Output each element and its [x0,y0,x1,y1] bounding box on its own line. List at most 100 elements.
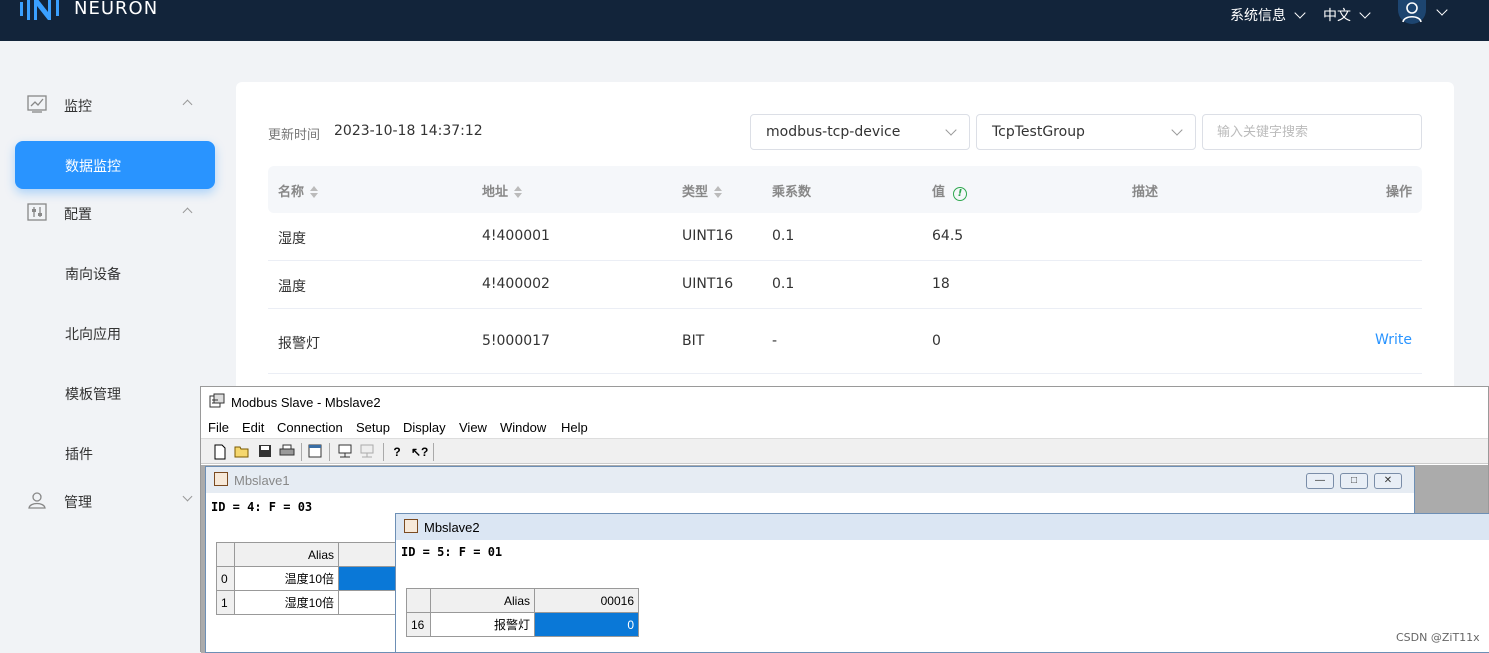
connect-icon[interactable] [337,444,353,460]
modbus-slave-window: Modbus Slave - Mbslave2 File Edit Connec… [200,386,1489,653]
sidebar-item-data-monitor[interactable]: 数据监控 [15,141,215,189]
write-link[interactable]: Write [1375,332,1412,348]
sidebar-group-monitor[interactable]: 监控 [0,85,230,125]
grid-cell-value[interactable] [338,590,399,615]
grid-cell-alias[interactable]: 温度10倍 [234,566,339,591]
sidebar-item-templates[interactable]: 模板管理 [15,369,215,417]
grid-cell-alias[interactable]: 湿度10倍 [234,590,339,615]
menu-help[interactable]: Help [561,420,588,435]
column-header-label: 值 [932,185,946,200]
table-header: 名称 地址 类型 乘系数 值! 描述 操作 [268,166,1422,213]
group-select-value: TcpTestGroup [992,124,1085,140]
grid-cell-value[interactable] [338,566,399,591]
child-title-bar[interactable]: Mbslave2 [396,514,1489,540]
minimize-button[interactable]: — [1306,473,1334,489]
menu-view[interactable]: View [459,420,487,435]
document-icon [214,472,228,486]
register-grid: Alias 0 温度10倍 1 湿度10倍 [216,542,399,615]
toolbar-divider [383,443,384,461]
window-title: Modbus Slave - Mbslave2 [231,395,381,410]
sidebar-group-config[interactable]: 配置 [0,193,230,233]
avatar[interactable] [1398,0,1426,24]
child-window-mbslave2: Mbslave2 ID = 5: F = 01 Alias 00016 16 报警灯… [395,513,1489,653]
window-layout-icon[interactable] [307,444,323,460]
cell-value: 18 [932,276,950,292]
column-header-multiplier: 乘系数 [772,185,812,200]
coil-grid: Alias 00016 16 报警灯 0 [406,588,639,637]
grid-row-index: 1 [216,590,235,615]
cell-name: 报警灯 [278,336,320,352]
sidebar-group-label: 监控 [64,99,92,115]
sidebar-item-south-devices[interactable]: 南向设备 [15,249,215,297]
cell-value: 0 [932,333,941,349]
search-input[interactable] [1202,114,1422,150]
monitor-chart-icon [27,95,47,113]
new-file-icon[interactable] [212,444,228,460]
document-icon [404,519,418,533]
sort-icon[interactable] [714,186,723,198]
sort-icon[interactable] [310,186,319,198]
sidebar-item-plugins[interactable]: 插件 [15,429,215,477]
grid-cell-alias[interactable]: 报警灯 [430,612,535,637]
menu-file[interactable]: File [208,420,229,435]
grid-column-address: 00016 [534,588,639,613]
table-row: 湿度 4!400001 UINT16 0.1 64.5 [268,213,1422,261]
toolbar: ? ↖? [201,438,1488,464]
device-select[interactable]: modbus-tcp-device [750,114,970,150]
cell-multiplier: 0.1 [772,276,795,292]
user-menu-toggle[interactable] [1436,4,1448,21]
cell-name: 湿度 [278,231,306,247]
open-folder-icon[interactable] [234,444,250,460]
system-info-menu[interactable]: 系统信息 [1230,5,1306,25]
column-header-label: 类型 [682,185,709,200]
cell-multiplier: 0.1 [772,228,795,244]
device-select-value: modbus-tcp-device [766,124,901,140]
menu-display[interactable]: Display [403,420,446,435]
brand-name: NEURON [74,0,159,19]
print-icon[interactable] [279,444,295,460]
column-header-type[interactable]: 类型 [682,181,723,200]
chevron-down-icon [1294,7,1306,19]
menu-window[interactable]: Window [500,420,546,435]
cell-value: 64.5 [932,228,964,244]
window-title-bar[interactable]: Modbus Slave - Mbslave2 [201,387,1488,415]
sort-icon[interactable] [514,186,523,198]
grid-column-value [338,542,399,567]
child-window-title: Mbslave2 [424,520,480,535]
language-menu[interactable]: 中文 [1323,5,1371,25]
maximize-button[interactable]: □ [1340,473,1368,489]
sidebar-item-label: 插件 [65,447,93,463]
context-help-icon[interactable]: ↖? [411,444,428,460]
grid-row-index: 0 [216,566,235,591]
table-row: 温度 4!400002 UINT16 0.1 18 [268,261,1422,309]
column-header-label: 名称 [278,185,305,200]
menu-setup[interactable]: Setup [356,420,390,435]
child-title-bar[interactable]: Mbslave1 — □ ✕ [206,467,1414,493]
chevron-down-icon [1359,7,1371,19]
sidebar-group-label: 配置 [64,207,92,223]
sidebar-group-admin[interactable]: 管理 [0,481,230,521]
group-select[interactable]: TcpTestGroup [976,114,1196,150]
cell-type: UINT16 [682,228,734,244]
slave-id-header: ID = 4: F = 03 [211,500,313,514]
user-icon [1402,2,1422,23]
info-icon[interactable]: ! [953,187,968,201]
close-button[interactable]: ✕ [1374,473,1402,489]
neuron-logo-icon [20,0,59,20]
chevron-up-icon [182,207,193,218]
column-header-description: 描述 [1132,185,1159,200]
grid-cell-value[interactable]: 0 [534,612,639,637]
toolbar-divider [301,443,302,461]
slave-id-header: ID = 5: F = 01 [401,545,503,559]
menu-connection[interactable]: Connection [277,420,343,435]
sidebar-item-north-apps[interactable]: 北向应用 [15,309,215,357]
menu-edit[interactable]: Edit [242,420,264,435]
save-icon[interactable] [257,444,273,460]
column-header-name[interactable]: 名称 [278,181,319,200]
cell-type: UINT16 [682,276,734,292]
column-header-address[interactable]: 地址 [482,181,523,200]
data-monitor-panel: 更新时间 2023-10-18 14:37:12 modbus-tcp-devi… [236,82,1454,402]
help-icon[interactable]: ? [389,444,405,460]
menu-bar: File Edit Connection Setup Display View … [201,418,1488,438]
disconnect-icon[interactable] [359,444,375,460]
